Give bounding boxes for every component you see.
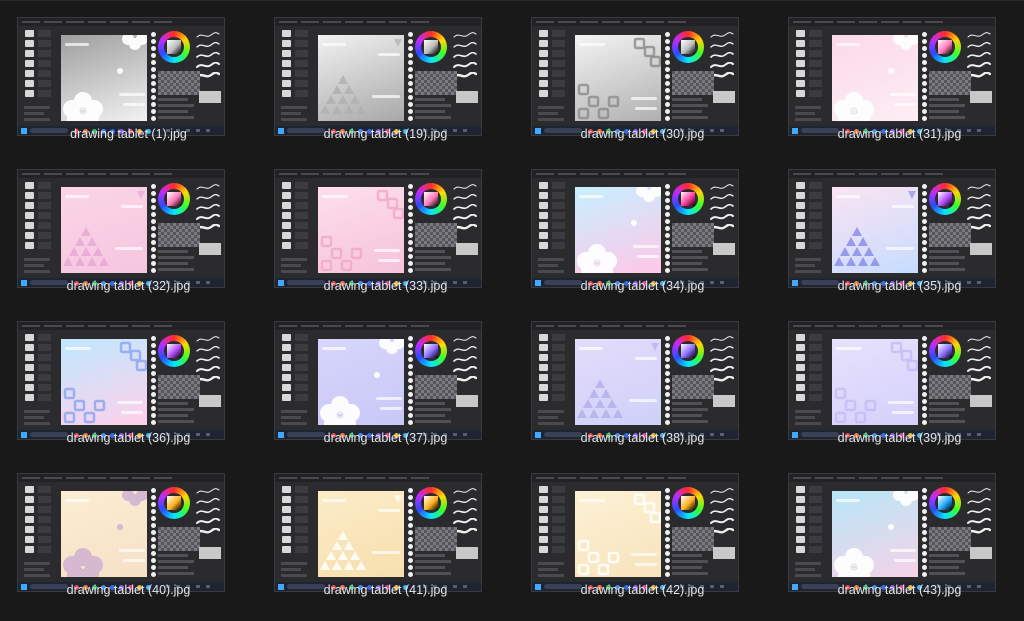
thumbnail <box>17 17 225 136</box>
file-item[interactable]: drawing tablet (19).jpg <box>257 0 514 152</box>
file-name: drawing tablet (1).jpg <box>70 127 187 141</box>
file-name: drawing tablet (36).jpg <box>66 431 191 445</box>
thumbnail <box>274 169 482 288</box>
thumbnail <box>788 473 996 592</box>
file-item[interactable]: drawing tablet (39).jpg <box>771 304 1024 456</box>
file-name: drawing tablet (40).jpg <box>66 583 191 597</box>
file-name: drawing tablet (33).jpg <box>323 279 448 293</box>
thumbnail <box>274 17 482 136</box>
file-name: drawing tablet (41).jpg <box>323 583 448 597</box>
file-item[interactable]: drawing tablet (30).jpg <box>514 0 771 152</box>
file-name: drawing tablet (32).jpg <box>66 279 191 293</box>
file-item[interactable]: drawing tablet (32).jpg <box>0 152 257 304</box>
thumbnail <box>531 169 739 288</box>
thumbnail <box>17 321 225 440</box>
thumbnail <box>788 169 996 288</box>
file-name: drawing tablet (30).jpg <box>580 127 705 141</box>
file-name: drawing tablet (42).jpg <box>580 583 705 597</box>
file-name: drawing tablet (31).jpg <box>837 127 962 141</box>
file-name: drawing tablet (35).jpg <box>837 279 962 293</box>
file-item[interactable]: drawing tablet (43).jpg <box>771 456 1024 608</box>
thumbnail <box>788 321 996 440</box>
thumbnail <box>17 473 225 592</box>
file-item[interactable]: drawing tablet (34).jpg <box>514 152 771 304</box>
file-item[interactable]: drawing tablet (40).jpg <box>0 456 257 608</box>
file-name: drawing tablet (43).jpg <box>837 583 962 597</box>
file-item[interactable]: drawing tablet (38).jpg <box>514 304 771 456</box>
file-item[interactable]: drawing tablet (36).jpg <box>0 304 257 456</box>
file-name: drawing tablet (19).jpg <box>323 127 448 141</box>
thumbnail <box>531 321 739 440</box>
thumbnail <box>531 473 739 592</box>
file-item[interactable]: drawing tablet (37).jpg <box>257 304 514 456</box>
file-item[interactable]: drawing tablet (33).jpg <box>257 152 514 304</box>
file-name: drawing tablet (34).jpg <box>580 279 705 293</box>
file-item[interactable]: drawing tablet (35).jpg <box>771 152 1024 304</box>
thumbnail <box>274 321 482 440</box>
file-item[interactable]: drawing tablet (31).jpg <box>771 0 1024 152</box>
file-name: drawing tablet (39).jpg <box>837 431 962 445</box>
file-item[interactable]: drawing tablet (42).jpg <box>514 456 771 608</box>
thumbnail <box>531 17 739 136</box>
file-grid: drawing tablet (1).jpg drawing tablet (1… <box>0 0 1024 621</box>
file-item[interactable]: drawing tablet (1).jpg <box>0 0 257 152</box>
file-item[interactable]: drawing tablet (41).jpg <box>257 456 514 608</box>
thumbnail <box>274 473 482 592</box>
file-name: drawing tablet (38).jpg <box>580 431 705 445</box>
file-name: drawing tablet (37).jpg <box>323 431 448 445</box>
thumbnail <box>788 17 996 136</box>
thumbnail <box>17 169 225 288</box>
